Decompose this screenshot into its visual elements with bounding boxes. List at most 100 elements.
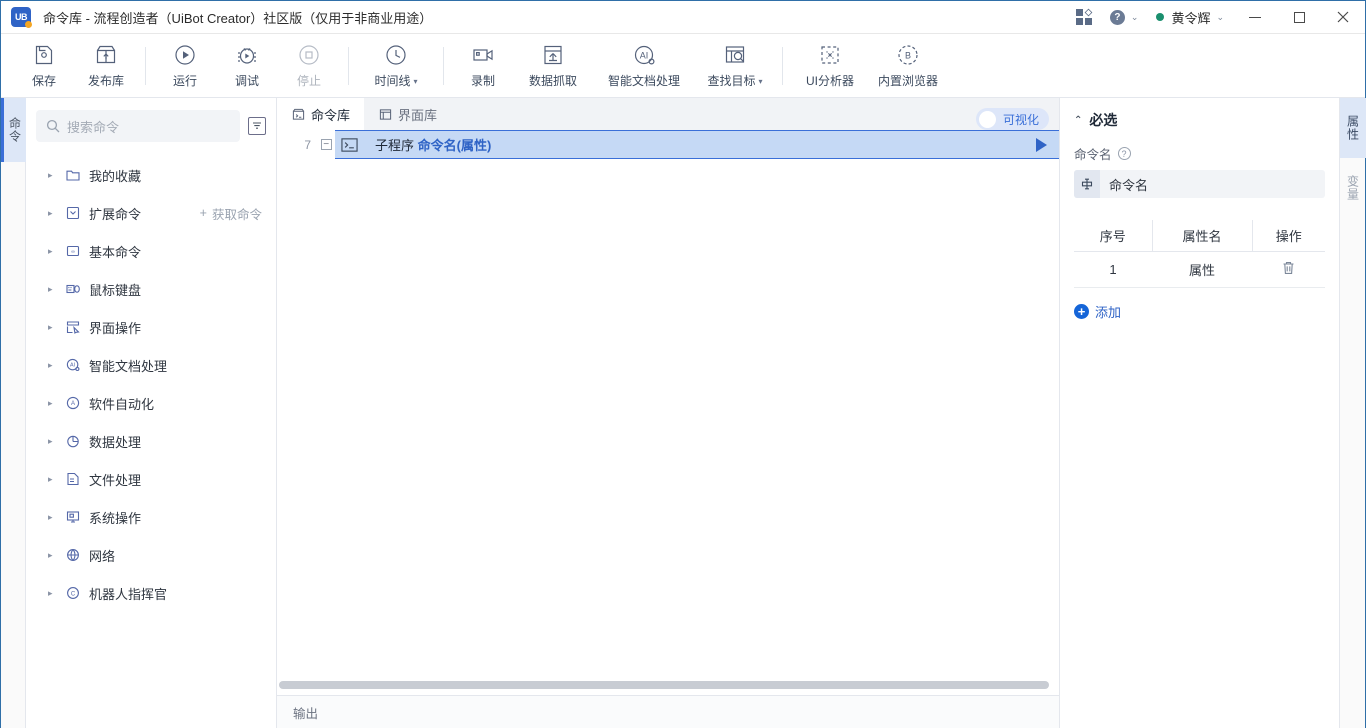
sidebar-item-network[interactable]: ▸ 网络 [26,536,276,574]
right-tab-variables[interactable]: 变量 [1340,158,1366,218]
chevron-down-icon-2: ▾ [758,77,763,86]
code-editor[interactable]: 7 − 子程序 命令名(属性) [277,130,1059,681]
filter-button[interactable] [248,117,266,135]
sidebar-item-ui-operation[interactable]: ▸ 界面操作 [26,308,276,346]
ui-operation-icon [65,319,81,335]
expand-arrow-icon-8: ▸ [48,435,53,446]
required-section-header[interactable]: ⌃ 必选 [1074,110,1325,130]
attributes-header-name: 属性名 [1151,220,1253,252]
toolbar-publish-button[interactable]: 发布库 [75,36,137,96]
right-tab-properties[interactable]: 属性 [1340,98,1366,158]
expand-arrow-icon: ▸ [48,169,53,180]
run-icon [173,42,197,68]
svg-text:AI: AI [639,50,648,60]
attributes-header-action: 操作 [1252,220,1325,252]
sidebar-item-network-label: 网络 [89,548,116,564]
minimize-button[interactable] [1233,1,1277,34]
toolbar-save-button[interactable]: 保存 [13,36,75,96]
editor-line-row[interactable]: 7 − 子程序 命令名(属性) [277,130,1059,159]
sidebar-item-software-automation[interactable]: ▸ A 软件自动化 [26,384,276,422]
sidebar-item-system-operation[interactable]: ▸ 系统操作 [26,498,276,536]
sidebar-item-ai-doc[interactable]: ▸ AI 智能文档处理 [26,346,276,384]
sidebar-item-extensions[interactable]: ▸ 扩展命令 + 获取命令 [26,194,276,232]
sidebar-item-file-process[interactable]: ▸ 文件处理 [26,460,276,498]
toolbar-timeline-button[interactable]: 时间线 ▾ [357,36,435,96]
tab-ui-library-label: 界面库 [398,107,438,123]
trash-icon[interactable] [1282,262,1295,278]
toolbar-run-button[interactable]: 运行 [154,36,216,96]
ui-analyzer-icon [818,42,842,68]
toolbar-browser-button[interactable]: B 内置浏览器 [869,36,947,96]
maximize-button[interactable] [1277,1,1321,34]
table-row[interactable]: 1 属性 [1074,251,1325,288]
data-process-icon [65,433,81,449]
attributes-cell-action [1252,251,1325,288]
toolbar-ai-doc-label: 智能文档处理 [607,74,680,88]
find-target-icon [723,42,747,68]
toolbar-timeline-label: 时间线 ▾ [374,74,418,88]
help-menu-button[interactable]: ? ⌄ [1101,1,1148,34]
toolbar-divider-4 [782,46,783,85]
sidebar-item-basic[interactable]: ▸ ∞ 基本命令 [26,232,276,270]
visualization-toggle[interactable]: 可视化 [975,108,1049,130]
toolbar-data-scrape-button[interactable]: 数据抓取 [514,36,592,96]
required-section-title: 必选 [1089,112,1118,128]
toolbar-find-target-label: 查找目标 ▾ [707,74,763,88]
toggle-knob [978,110,996,128]
expand-arrow-icon-6: ▸ [48,359,53,370]
extension-icon [65,205,81,221]
sidebar-item-mouse-keyboard[interactable]: ▸ 鼠标键盘 [26,270,276,308]
editor-horizontal-scrollbar-track[interactable] [277,681,1059,695]
toolbar-find-target-button[interactable]: 查找目标 ▾ [696,36,774,96]
record-icon [471,42,495,68]
main-toolbar: 保存 发布库 运行 调试 停止 时间线 ▾ 录制 数据抓取 AI 智能文档处理 … [1,34,1365,98]
toolbar-ui-analyzer-button[interactable]: UI分析器 [791,36,869,96]
editor-horizontal-scrollbar-thumb[interactable] [279,681,1049,689]
apps-grid-button[interactable] [1067,1,1101,34]
search-placeholder: 搜索命令 [67,119,120,135]
expand-arrow-icon-2: ▸ [48,207,53,218]
subroutine-icon [335,137,363,153]
toolbar-ai-doc-button[interactable]: AI 智能文档处理 [592,36,696,96]
get-command-button[interactable]: + 获取命令 [200,204,262,223]
toolbar-debug-button[interactable]: 调试 [216,36,278,96]
command-name-input[interactable]: 命令名 [1074,170,1325,198]
statement-row-subroutine[interactable]: 子程序 命令名(属性) [335,130,1059,159]
attributes-header-index: 序号 [1074,220,1152,252]
run-triangle-icon[interactable] [1036,137,1047,152]
ui-library-icon [378,107,392,121]
command-library-icon [291,107,305,121]
text-input-icon[interactable] [1074,170,1100,198]
sidebar-item-commander[interactable]: ▸ C 机器人指挥官 [26,574,276,612]
close-button[interactable] [1321,1,1365,34]
sidebar-tab-command-label: 命令 [7,117,22,143]
command-library-panel: 搜索命令 ▸ 我的收藏 ▸ 扩展命令 + 获取命令 ▸ ∞ 基本命令 ▸ 鼠标键… [26,98,277,728]
sidebar-item-data-process[interactable]: ▸ 数据处理 [26,422,276,460]
tab-command-library[interactable]: 命令库 [277,98,365,130]
output-label: 输出 [293,707,319,721]
file-process-icon [65,471,81,487]
help-icon: ? [1109,9,1125,25]
sidebar-item-favorites-label: 我的收藏 [89,168,142,184]
system-operation-icon [65,509,81,525]
search-row: 搜索命令 [26,98,276,150]
sidebar-tab-command[interactable]: 命令 [1,98,26,162]
minimize-icon [1249,16,1261,18]
search-input[interactable]: 搜索命令 [36,110,240,142]
fold-toggle[interactable]: − [317,139,335,150]
toolbar-ui-analyzer-label: UI分析器 [805,74,854,88]
add-attribute-button[interactable]: + 添加 [1074,302,1325,321]
timeline-icon [384,42,408,68]
output-panel-header[interactable]: 输出 [277,695,1059,728]
tab-ui-library[interactable]: 界面库 [364,98,451,130]
sidebar-item-favorites[interactable]: ▸ 我的收藏 [26,156,276,194]
sidebar-item-ui-operation-label: 界面操作 [89,320,142,336]
expand-arrow-icon-10: ▸ [48,511,53,522]
toolbar-divider-2 [348,46,349,85]
expand-arrow-icon-9: ▸ [48,473,53,484]
help-icon-field[interactable]: ? [1117,147,1131,160]
user-menu-button[interactable]: 黄令辉 ⌄ [1147,1,1233,34]
toolbar-stop-button[interactable]: 停止 [278,36,340,96]
toolbar-run-label: 运行 [172,74,197,88]
toolbar-record-button[interactable]: 录制 [452,36,514,96]
